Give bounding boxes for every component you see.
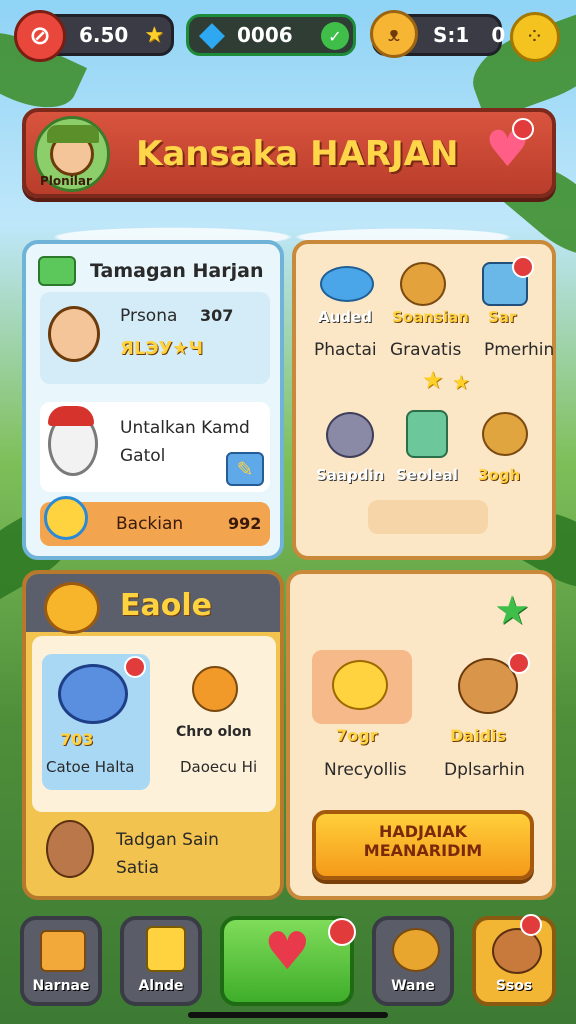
star-icon: ★ xyxy=(144,22,165,48)
notification-badge xyxy=(520,914,542,936)
coin-bag-icon xyxy=(392,928,440,972)
item-title: Daidis xyxy=(450,726,507,745)
quest-line2: Gatol xyxy=(120,446,166,466)
card-header: Tamagan Harjan xyxy=(90,260,264,282)
item-title: Sar xyxy=(488,308,517,326)
fruit-icon xyxy=(332,660,388,710)
event-footer-line2: Satia xyxy=(116,858,160,878)
pet-stars: 703 xyxy=(60,730,94,749)
star-icon: ★ xyxy=(422,366,444,394)
cat-icon[interactable] xyxy=(400,262,446,306)
player-value: 307 xyxy=(200,306,234,325)
pet-title: Chro olon xyxy=(176,724,252,740)
item-label: Nrecyollis xyxy=(324,760,407,780)
nav-item-3[interactable]: Wane xyxy=(372,916,454,1006)
avatar-label: Plonilar xyxy=(40,174,92,188)
add-gems-icon[interactable]: ✓ xyxy=(321,22,349,50)
fish-icon[interactable] xyxy=(320,266,374,302)
nav-label: Alnde xyxy=(138,978,184,994)
character-avatar xyxy=(48,306,100,362)
pet-label: Catoe Halta xyxy=(46,758,135,776)
nav-label: Narnae xyxy=(32,978,90,994)
pet-slot[interactable]: 703 Catoe Halta xyxy=(42,654,150,790)
item-title: 3ogh xyxy=(478,466,521,484)
heart-icon: ♥ xyxy=(264,922,311,982)
coins-value: 6.50 xyxy=(79,23,129,47)
home-indicator xyxy=(188,1012,388,1018)
cat-face-icon: ᴥ xyxy=(370,10,418,58)
whale-icon xyxy=(58,664,128,724)
pencil-icon[interactable]: ✎ xyxy=(226,452,264,486)
quest-line1: Untalkan Kamd xyxy=(120,418,250,438)
nav-item-4[interactable]: Ssos xyxy=(472,916,556,1006)
event-pets: 703 Catoe Halta Chro olon Daoecu Hi xyxy=(32,636,276,812)
event-card: Eaole 703 Catoe Halta Chro olon Daoecu H… xyxy=(22,570,284,900)
claim-button[interactable]: HADJAIAK MEANARIDIM xyxy=(312,810,534,880)
player-row[interactable]: Prsona 307 ЯLЭУ★Ч xyxy=(40,292,270,384)
clouds xyxy=(0,205,576,245)
notification-badge xyxy=(512,118,534,140)
bird-icon xyxy=(44,496,88,540)
backpack-icon xyxy=(146,926,186,972)
collection-card: Auded Soansian Sar Phactai Gravatis Pmer… xyxy=(292,240,556,560)
item-label: Phactai xyxy=(314,340,377,360)
top-bar: 6.50 ★ ⊘ 0006 ✓ ◆ S:1 0 ᴥ ⁘ xyxy=(10,10,566,62)
leaf-icon xyxy=(44,582,100,634)
item-title: Seoleal xyxy=(396,466,458,484)
character-avatar xyxy=(46,820,94,878)
notification-badge xyxy=(328,918,356,946)
page-title: Kansaka HARJAN xyxy=(136,134,459,174)
notification-badge xyxy=(124,656,146,678)
dog-icon[interactable] xyxy=(482,412,528,456)
shop-item[interactable] xyxy=(312,650,412,724)
event-footer-line1: Tadgan Sain xyxy=(116,830,219,850)
reward-value: 992 xyxy=(228,514,262,533)
nav-item-0[interactable]: Narnae xyxy=(20,916,102,1006)
title-banner: Plonilar Kansaka HARJAN ♥ xyxy=(22,108,556,198)
pets-count: 0 xyxy=(491,23,506,47)
item-label: Gravatis xyxy=(390,340,462,360)
item-title: Soansian xyxy=(392,308,469,326)
notification-badge xyxy=(512,256,534,278)
item-title: Auded xyxy=(318,308,372,326)
empty-slot[interactable] xyxy=(368,500,488,534)
item-title: 7ogr xyxy=(336,726,378,745)
star-icon: ★ xyxy=(494,588,530,634)
gems-value: 0006 xyxy=(237,23,293,47)
no-ads-icon[interactable]: ⊘ xyxy=(14,10,66,62)
pet-label: Daoecu Hi xyxy=(180,758,258,776)
chick-icon[interactable] xyxy=(192,666,238,712)
item-label: Pmerhin xyxy=(484,340,555,360)
item-title: Saapdin xyxy=(316,466,385,484)
bear-icon[interactable] xyxy=(326,412,374,458)
chest-icon xyxy=(40,930,86,972)
event-title: Eaole xyxy=(120,588,212,623)
notification-badge xyxy=(508,652,530,674)
ticket-icon xyxy=(38,256,76,286)
nav-item-1[interactable]: Alnde xyxy=(120,916,202,1006)
quest-row[interactable]: Untalkan Kamd Gatol ✎ xyxy=(40,402,270,492)
menu-icon[interactable]: ⁘ xyxy=(510,12,560,62)
claim-button-line2: MEANARIDIM xyxy=(363,841,483,860)
gem-icon: ◆ xyxy=(198,14,226,54)
daily-card: Tamagan Harjan Prsona 307 ЯLЭУ★Ч Untalka… xyxy=(22,240,284,560)
item-label: Dplsarhin xyxy=(444,760,525,780)
star-icon: ★ xyxy=(452,370,470,394)
reward-row[interactable]: Backian 992 xyxy=(40,496,270,546)
claim-button-line1: HADJAIAK xyxy=(378,822,468,841)
reward-label: Backian xyxy=(116,514,184,534)
shop-card: ★ 7ogr Daidis Nrecyollis Dplsarhin HADJA… xyxy=(286,570,556,900)
player-name: Prsona xyxy=(120,306,178,326)
player-subtext: ЯLЭУ★Ч xyxy=(120,338,204,359)
book-icon[interactable] xyxy=(406,410,448,458)
nav-label: Ssos xyxy=(495,978,533,994)
nav-label: Wane xyxy=(391,978,435,994)
pets-value: S:1 xyxy=(433,23,470,47)
